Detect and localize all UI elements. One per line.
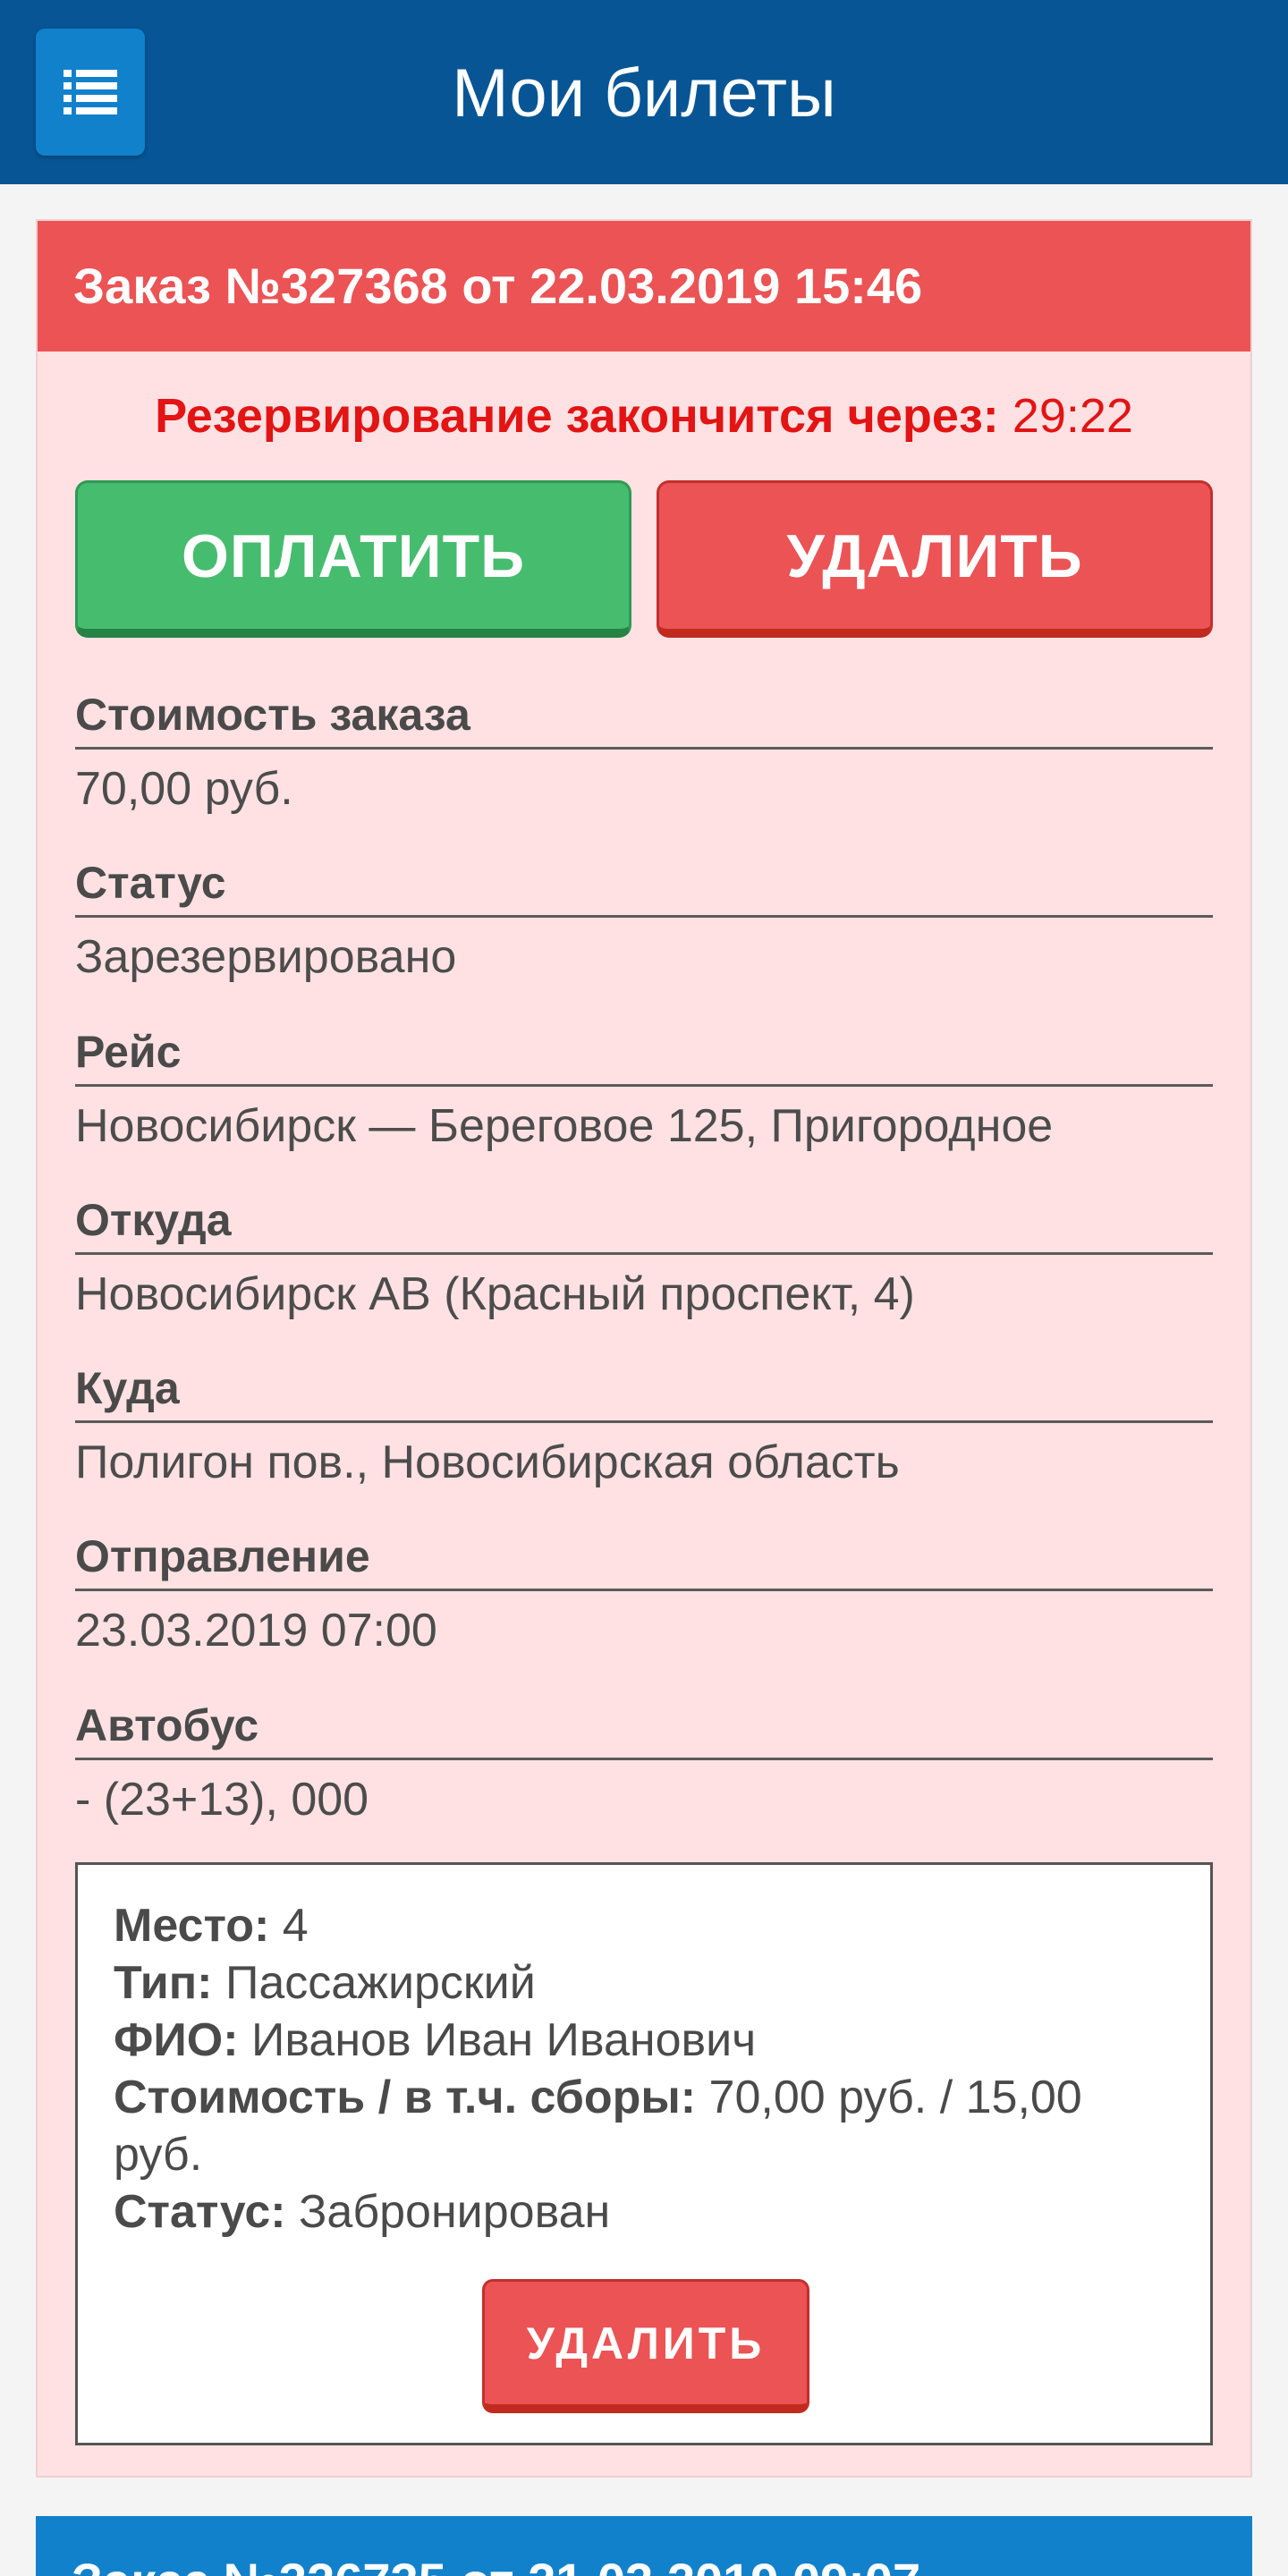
field-value: Новосибирск АВ (Красный проспект, 4) — [75, 1268, 915, 1320]
field-value: 23.03.2019 07:00 — [75, 1605, 437, 1657]
ticket-seat-label: Место: — [114, 1900, 270, 1952]
field-value: - (23+13), 000 — [75, 1774, 369, 1826]
ticket-status: Статус: Забронирован — [114, 2183, 1169, 2241]
ticket-info: Место: 4 Тип: Пассажирский ФИО: Иванов И… — [114, 1897, 1169, 2241]
field-status: Статус Зарезервировано — [75, 854, 1213, 993]
field-departure: Отправление 23.03.2019 07:00 — [75, 1528, 1213, 1666]
ticket-status-label: Статус: — [114, 2186, 286, 2238]
ticket-seat-value: 4 — [282, 1900, 309, 1952]
ticket-passenger-name: ФИО: Иванов Иван Иванович — [114, 2012, 1169, 2069]
field-value: 70,00 руб. — [75, 763, 293, 815]
ticket-name-label: ФИО: — [114, 2014, 239, 2066]
delete-order-button[interactable]: УДАЛИТЬ — [657, 480, 1213, 638]
reservation-timer-value: 29:22 — [1012, 389, 1133, 443]
ticket-cost-label: Стоимость / в т.ч. сборы: — [114, 2072, 697, 2123]
app-header: Мои билеты — [0, 0, 1288, 184]
ticket-type-value: Пассажирский — [225, 1957, 536, 2009]
next-order-title[interactable]: Заказ №326735 от 21.03.2019 09:07 — [72, 2550, 920, 2576]
field-label: Отправление — [75, 1528, 1213, 1591]
pay-button[interactable]: ОПЛАТИТЬ — [75, 480, 631, 638]
next-order-card[interactable]: Заказ №326735 от 21.03.2019 09:07 — [36, 2516, 1252, 2576]
ticket-type-label: Тип: — [114, 1957, 213, 2009]
field-route: Рейс Новосибирск — Береговое 125, Пригор… — [75, 1023, 1213, 1162]
order-card: Заказ №327368 от 22.03.2019 15:46 Резерв… — [36, 219, 1252, 2478]
field-label: Автобус — [75, 1697, 1213, 1760]
page-title: Мои билеты — [452, 55, 836, 131]
field-order-cost: Стоимость заказа 70,00 руб. — [75, 686, 1213, 825]
field-to: Куда Полигон пов., Новосибирская область — [75, 1360, 1213, 1498]
field-value: Полигон пов., Новосибирская область — [75, 1436, 900, 1488]
field-bus: Автобус - (23+13), 000 — [75, 1697, 1213, 1835]
field-value: Зарезервировано — [75, 931, 457, 983]
field-label: Рейс — [75, 1023, 1213, 1087]
order-title[interactable]: Заказ №327368 от 22.03.2019 15:46 — [38, 221, 1250, 352]
ticket-cost: Стоимость / в т.ч. сборы: 70,00 руб. / 1… — [114, 2069, 1169, 2183]
field-label: Откуда — [75, 1191, 1213, 1255]
field-value: Новосибирск — Береговое 125, Пригородное — [75, 1100, 1054, 1152]
ticket-card: Место: 4 Тип: Пассажирский ФИО: Иванов И… — [75, 1862, 1213, 2445]
ticket-status-value: Забронирован — [299, 2186, 611, 2238]
ticket-name-value: Иванов Иван Иванович — [250, 2014, 757, 2066]
reservation-label: Резервирование закончится через: — [155, 389, 999, 443]
delete-ticket-button[interactable]: УДАЛИТЬ — [482, 2279, 809, 2413]
ticket-type: Тип: Пассажирский — [114, 1954, 1169, 2012]
field-label: Стоимость заказа — [75, 686, 1213, 750]
reservation-timer: Резервирование закончится через: 29:22 — [38, 380, 1250, 452]
ticket-seat: Место: 4 — [114, 1897, 1169, 1954]
field-from: Откуда Новосибирск АВ (Красный проспект,… — [75, 1191, 1213, 1330]
field-label: Статус — [75, 854, 1213, 918]
field-label: Куда — [75, 1360, 1213, 1423]
